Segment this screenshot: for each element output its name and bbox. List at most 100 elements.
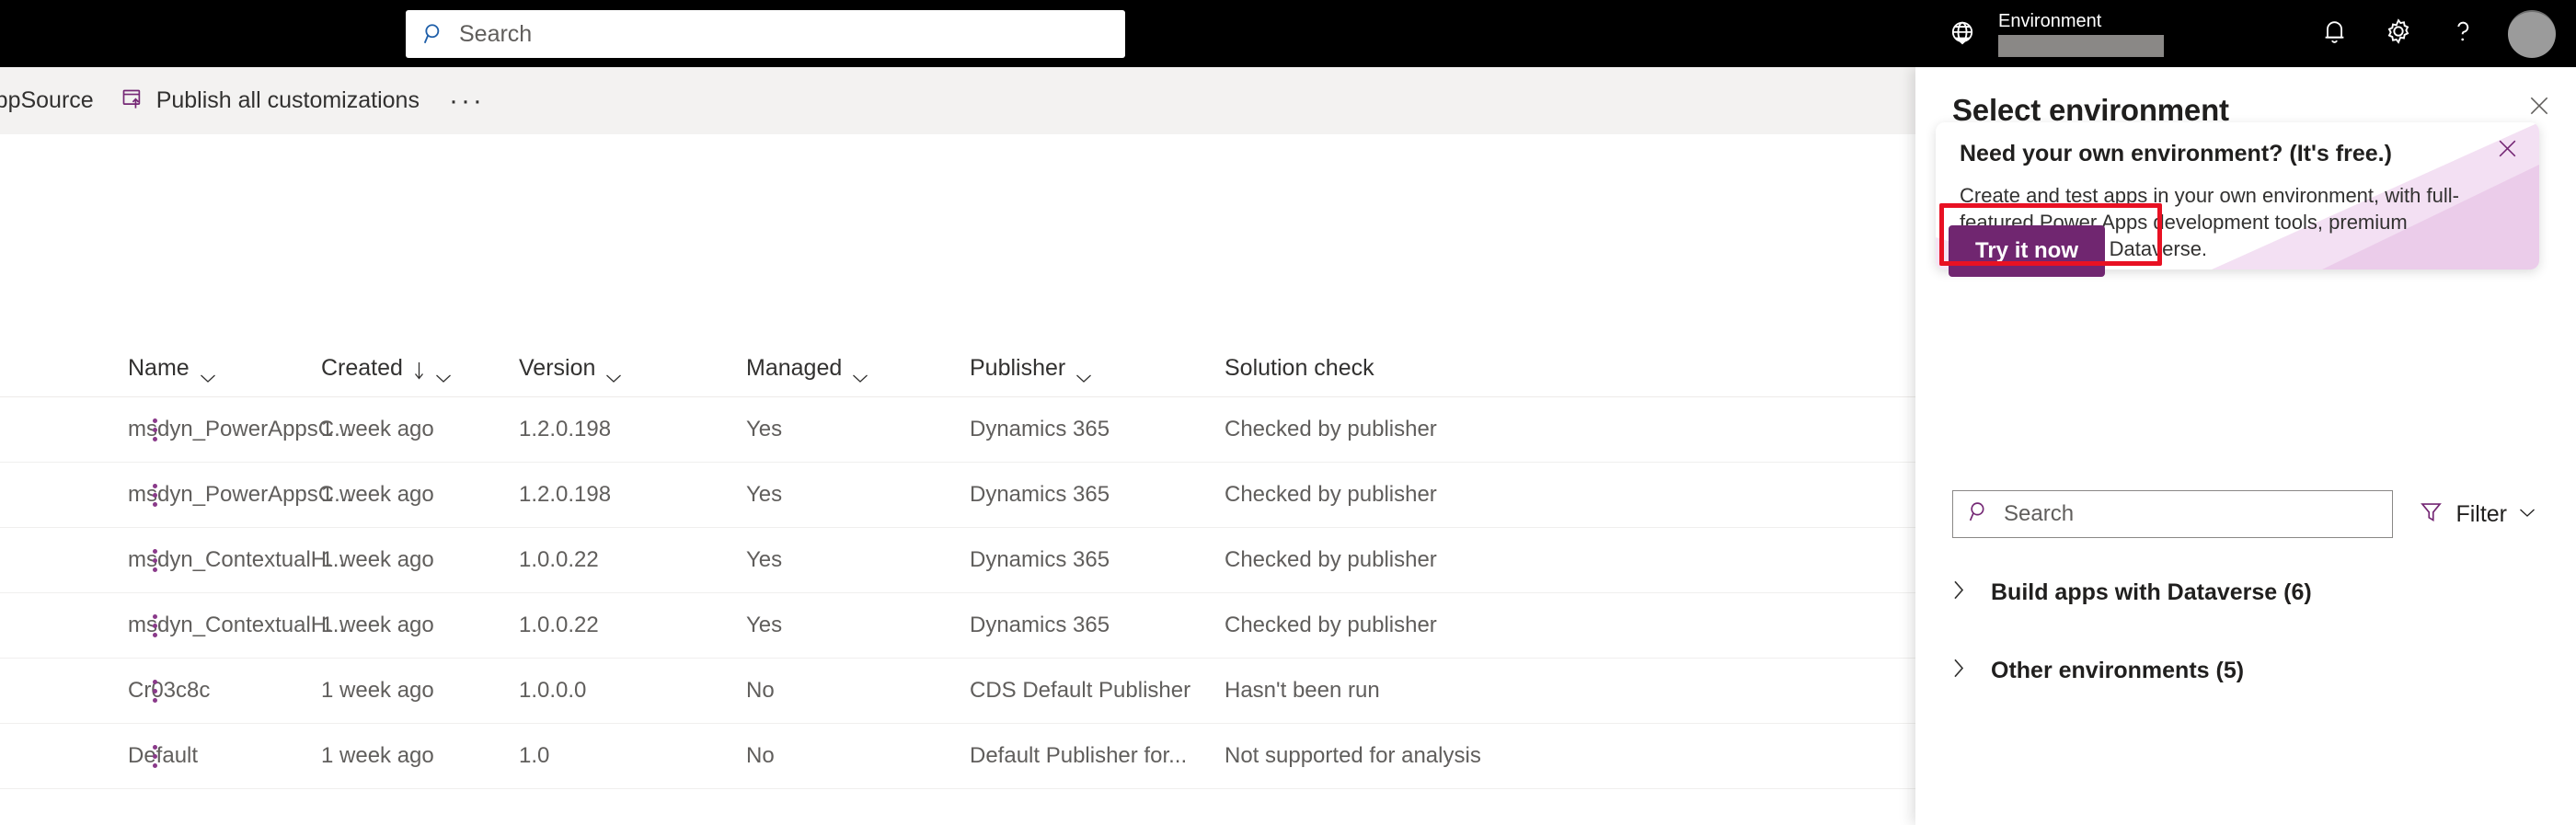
cell-version: 1.2.0.198 xyxy=(519,417,612,441)
table-row[interactable]: Default 1 week ago 1.0 No Default Publis… xyxy=(0,724,1915,789)
environment-selector[interactable]: Environment xyxy=(1998,8,2164,60)
global-search-placeholder: Search xyxy=(459,20,533,47)
environment-name-redacted xyxy=(1998,35,2164,57)
panel-tools: Search Filter xyxy=(1952,490,2541,538)
environment-search-input[interactable]: Search xyxy=(1952,490,2394,538)
chevron-down-icon xyxy=(200,363,216,383)
cell-created: 1 week ago xyxy=(321,743,434,768)
cell-created: 1 week ago xyxy=(321,417,434,441)
publish-all-customizations-label: Publish all customizations xyxy=(155,87,420,113)
cell-version: 1.0.0.22 xyxy=(519,613,599,637)
cell-created: 1 week ago xyxy=(321,482,434,507)
try-it-now-button[interactable]: Try it now xyxy=(1949,225,2106,277)
command-bar-overflow-button[interactable]: ··· xyxy=(432,86,501,117)
filter-label: Filter xyxy=(2455,500,2507,527)
chevron-down-icon xyxy=(852,363,868,383)
table-row[interactable]: msdyn_PowerAppsC... 1 week ago 1.2.0.198… xyxy=(0,463,1915,528)
cell-created: 1 week ago xyxy=(321,547,434,572)
filter-icon xyxy=(2419,499,2444,529)
column-header-solution-check[interactable]: Solution check xyxy=(1225,355,1611,382)
row-actions-menu-icon[interactable] xyxy=(145,738,164,774)
top-navigation-bar: Search Environment xyxy=(0,0,2576,67)
environment-group-other-environments[interactable]: Other environments (5) xyxy=(1952,642,2541,699)
sort-descending-icon xyxy=(413,360,425,380)
cell-publisher: Default Publisher for... xyxy=(970,743,1188,768)
cell-publisher: Dynamics 365 xyxy=(970,547,1110,572)
column-header-created-label: Created xyxy=(321,355,403,381)
cell-publisher: Dynamics 365 xyxy=(970,417,1110,441)
row-actions-menu-icon[interactable] xyxy=(145,411,164,448)
column-header-solution-check-label: Solution check xyxy=(1225,355,1374,381)
column-header-name[interactable]: Name xyxy=(128,355,321,383)
column-header-created[interactable]: Created xyxy=(321,355,519,383)
table-row[interactable]: msdyn_ContextualH... 1 week ago 1.0.0.22… xyxy=(0,593,1915,659)
row-actions-menu-icon[interactable] xyxy=(145,476,164,513)
publish-all-customizations-button[interactable]: Publish all customizations xyxy=(107,67,432,134)
cell-version: 1.2.0.198 xyxy=(519,482,612,507)
row-actions-menu-icon[interactable] xyxy=(145,542,164,579)
search-icon xyxy=(422,22,446,46)
search-icon xyxy=(1968,500,1991,528)
cell-version: 1.0.0.0 xyxy=(519,678,587,703)
callout-close-button[interactable] xyxy=(2488,132,2526,170)
table-row[interactable]: Cr03c8c 1 week ago 1.0.0.0 No CDS Defaul… xyxy=(0,659,1915,724)
column-header-managed-label: Managed xyxy=(746,355,843,381)
close-icon xyxy=(2527,94,2551,122)
cell-managed: Yes xyxy=(746,417,783,441)
column-header-publisher[interactable]: Publisher xyxy=(970,355,1225,383)
cell-solution-check: Hasn't been run xyxy=(1225,678,1380,703)
publish-icon xyxy=(120,86,144,116)
avatar[interactable] xyxy=(2508,9,2556,58)
environment-group-build-apps-with-dataverse[interactable]: Build apps with Dataverse (6) xyxy=(1952,564,2541,621)
gear-icon xyxy=(2383,16,2414,52)
cell-version: 1.0 xyxy=(519,743,550,768)
callout-title: Need your own environment? (It's free.) xyxy=(1960,141,2392,166)
global-search-box[interactable]: Search xyxy=(406,10,1125,58)
globe-icon[interactable] xyxy=(1947,18,1978,50)
help-button[interactable] xyxy=(2431,0,2495,67)
column-header-version[interactable]: Version xyxy=(519,355,746,383)
cell-solution-check: Not supported for analysis xyxy=(1225,743,1481,768)
select-environment-panel: Select environment Spaces to create, sto… xyxy=(1915,67,2576,825)
top-bar-right-cluster: Environment xyxy=(1947,0,2559,67)
power-apps-solutions-page: Search Environment ppSource Publish all … xyxy=(0,0,2576,825)
solutions-table: Name Created Version Managed Publisher S… xyxy=(0,340,1915,789)
cell-created: 1 week ago xyxy=(321,678,434,703)
row-actions-menu-icon[interactable] xyxy=(145,672,164,709)
table-row[interactable]: msdyn_ContextualH... 1 week ago 1.0.0.22… xyxy=(0,528,1915,593)
environment-label: Environment xyxy=(1998,11,2102,31)
cell-created: 1 week ago xyxy=(321,613,434,637)
row-actions-menu-icon[interactable] xyxy=(145,607,164,644)
column-header-name-label: Name xyxy=(128,355,190,381)
column-header-publisher-label: Publisher xyxy=(970,355,1066,381)
chevron-down-icon xyxy=(2519,506,2536,522)
cell-publisher: Dynamics 365 xyxy=(970,482,1110,507)
chevron-right-icon xyxy=(1952,579,1965,605)
appsource-button[interactable]: AppSource xyxy=(0,67,107,134)
cell-managed: No xyxy=(746,678,775,703)
cell-version: 1.0.0.22 xyxy=(519,547,599,572)
settings-button[interactable] xyxy=(2366,0,2431,67)
appsource-label: AppSource xyxy=(0,87,94,113)
chevron-down-icon xyxy=(435,363,452,383)
filter-button[interactable]: Filter xyxy=(2413,490,2541,538)
table-header-row: Name Created Version Managed Publisher S… xyxy=(0,340,1915,397)
column-header-managed[interactable]: Managed xyxy=(746,355,970,383)
close-icon xyxy=(2496,137,2519,165)
cell-solution-check: Checked by publisher xyxy=(1225,613,1437,637)
bell-icon xyxy=(2319,17,2350,52)
environment-search-placeholder: Search xyxy=(2004,501,2075,526)
cell-managed: Yes xyxy=(746,547,783,572)
cell-solution-check: Checked by publisher xyxy=(1225,482,1437,507)
cell-publisher: Dynamics 365 xyxy=(970,613,1110,637)
cell-solution-check: Checked by publisher xyxy=(1225,547,1437,572)
table-row[interactable]: msdyn_PowerAppsC... 1 week ago 1.2.0.198… xyxy=(0,397,1915,463)
chevron-right-icon xyxy=(1952,658,1965,683)
column-header-version-label: Version xyxy=(519,355,596,381)
notifications-button[interactable] xyxy=(2302,0,2366,67)
cell-managed: Yes xyxy=(746,613,783,637)
environment-group-label: Other environments (5) xyxy=(1991,657,2245,683)
cell-managed: No xyxy=(746,743,775,768)
cell-solution-check: Checked by publisher xyxy=(1225,417,1437,441)
environment-group-label: Build apps with Dataverse (6) xyxy=(1991,579,2312,605)
